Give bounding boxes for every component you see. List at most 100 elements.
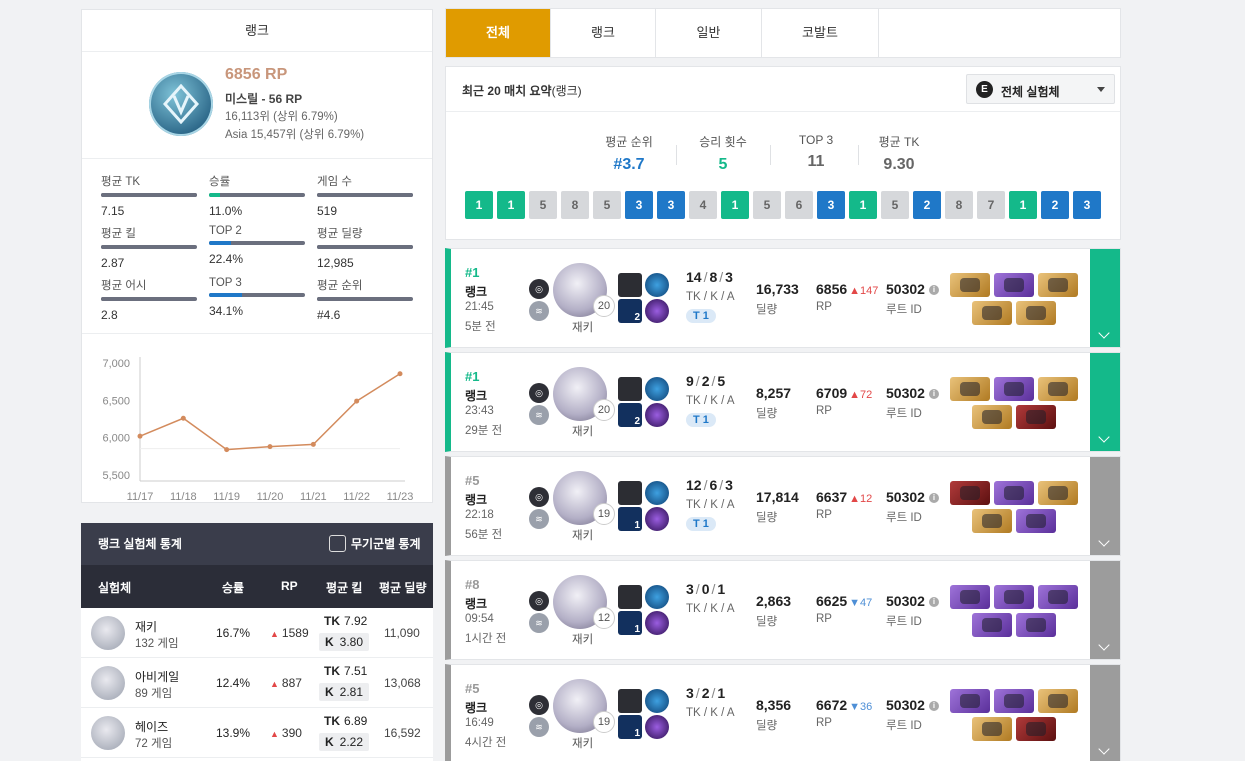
rp-number: 6625 xyxy=(816,593,848,609)
info-icon[interactable]: i xyxy=(928,701,939,712)
stat-table-row[interactable]: 헤이즈 72 게임 13.9% ▲ 390 TK 6.89 K 2.22 16,592 xyxy=(81,708,433,758)
stat-value: 2.87 xyxy=(101,256,125,270)
expand-button[interactable] xyxy=(1090,665,1120,761)
item-icon[interactable] xyxy=(972,301,1012,325)
trait-icon xyxy=(645,273,669,297)
expand-button[interactable] xyxy=(1090,457,1120,555)
placement-badge[interactable]: 1 xyxy=(465,191,493,219)
stat-5: 평균 딜량 12,985 xyxy=(317,225,413,270)
route-id[interactable]: 50302 i xyxy=(886,489,939,505)
item-icon[interactable] xyxy=(1038,585,1078,609)
weapon-stats-checkbox[interactable] xyxy=(329,535,346,552)
route-id[interactable]: 50302 i xyxy=(886,593,939,609)
match-time: 22:18 xyxy=(465,509,494,521)
tactical-skill-icon: 1 xyxy=(618,507,642,531)
tab-0[interactable]: 전체 xyxy=(446,9,551,57)
item-icon[interactable] xyxy=(950,689,990,713)
item-icon[interactable] xyxy=(950,377,990,401)
assists: 3 xyxy=(725,269,733,285)
character-name: 재키 xyxy=(572,322,594,334)
match-placement: #1 xyxy=(465,369,480,384)
tactical-skill-icon: 1 xyxy=(618,611,642,635)
info-icon[interactable]: i xyxy=(928,493,939,504)
tier-badge: T 1 xyxy=(686,413,716,427)
stat-table-row[interactable]: 아비게일 89 게임 12.4% ▲ 887 TK 7.51 K 2.81 13,068 xyxy=(81,658,433,708)
rp-delta: ▲12 xyxy=(849,493,872,505)
item-icon[interactable] xyxy=(1016,613,1056,637)
item-icon[interactable] xyxy=(1016,405,1056,429)
item-icon[interactable] xyxy=(994,689,1034,713)
placement-badge[interactable]: 5 xyxy=(593,191,621,219)
item-icon[interactable] xyxy=(1016,301,1056,325)
tab-2[interactable]: 일반 xyxy=(656,9,762,57)
match-row[interactable]: #5 랭크 22:18 56분 전 ◎ ≋ 19 재키 1 12/6/3 TK / K / AT 1… xyxy=(445,456,1121,556)
placement-badge[interactable]: 1 xyxy=(1009,191,1037,219)
placement-badge[interactable]: 5 xyxy=(881,191,909,219)
kda-values: 3/0/1 xyxy=(686,581,725,597)
item-icon[interactable] xyxy=(972,613,1012,637)
item-icon[interactable] xyxy=(1038,481,1078,505)
item-icon[interactable] xyxy=(994,377,1034,401)
placement-badge[interactable]: 1 xyxy=(497,191,525,219)
item-icon[interactable] xyxy=(972,717,1012,741)
rp-label: RP xyxy=(816,509,832,521)
placement-badge[interactable]: 3 xyxy=(657,191,685,219)
route-id[interactable]: 50302 i xyxy=(886,385,939,401)
kpi-value: 11 xyxy=(807,153,825,170)
item-icon[interactable] xyxy=(950,273,990,297)
item-icon[interactable] xyxy=(994,481,1034,505)
placement-badge[interactable]: 5 xyxy=(753,191,781,219)
placement-badge[interactable]: 5 xyxy=(529,191,557,219)
rp-delta-value: 147 xyxy=(860,285,879,297)
tab-1[interactable]: 랭크 xyxy=(551,9,656,57)
x-tick-label: 11/21 xyxy=(300,491,327,503)
match-row[interactable]: #1 랭크 23:43 29분 전 ◎ ≋ 20 재키 2 9/2/5 TK / K / AT 18… xyxy=(445,352,1121,452)
placement-badge[interactable]: 3 xyxy=(1073,191,1101,219)
placement-badge[interactable]: 8 xyxy=(561,191,589,219)
expand-button[interactable] xyxy=(1090,353,1120,451)
placement-badge[interactable]: 6 xyxy=(785,191,813,219)
item-icon[interactable] xyxy=(950,585,990,609)
match-row[interactable]: #8 랭크 09:54 1시간 전 ◎ ≋ 12 재키 1 3/0/1 TK / K / A 2,86… xyxy=(445,560,1121,660)
rp-value: 6672 ▼36 xyxy=(816,697,872,713)
stat-table-row[interactable]: 재키 132 게임 16.7% ▲ 1589 TK 7.92 K 3.80 11,090 xyxy=(81,608,433,658)
rank-character-stats: 랭크 실험체 통계 무기군별 통계 실험체 승률 RP 평균 킬 평균 딜량 재… xyxy=(81,523,433,761)
item-icon[interactable] xyxy=(950,481,990,505)
route-id[interactable]: 50302 i xyxy=(886,697,939,713)
item-icon[interactable] xyxy=(972,405,1012,429)
item-icon[interactable] xyxy=(1016,509,1056,533)
item-icon[interactable] xyxy=(994,585,1034,609)
match-row[interactable]: #1 랭크 21:45 5분 전 ◎ ≋ 20 재키 2 14/8/3 TK / K / AT 11… xyxy=(445,248,1121,348)
placement-badge[interactable]: 4 xyxy=(689,191,717,219)
x-tick-label: 11/20 xyxy=(257,491,284,503)
info-icon[interactable]: i xyxy=(928,597,939,608)
damage-label: 딜량 xyxy=(756,512,778,524)
sub-trait-icon xyxy=(645,611,669,635)
placement-badge[interactable]: 8 xyxy=(945,191,973,219)
match-row[interactable]: #5 랭크 16:49 4시간 전 ◎ ≋ 19 재키 1 3/2/1 TK / K / A 8,35… xyxy=(445,664,1121,761)
kda-values: 14/8/3 xyxy=(686,269,733,285)
info-icon[interactable]: i xyxy=(928,285,939,296)
expand-button[interactable] xyxy=(1090,561,1120,659)
item-icon[interactable] xyxy=(1038,377,1078,401)
tab-3[interactable]: 코발트 xyxy=(762,9,879,57)
placement-badge[interactable]: 7 xyxy=(977,191,1005,219)
expand-button[interactable] xyxy=(1090,249,1120,347)
weapon-stats-label[interactable]: 무기군별 통계 xyxy=(351,523,421,565)
placement-badge[interactable]: 1 xyxy=(849,191,877,219)
placement-badge[interactable]: 3 xyxy=(625,191,653,219)
item-icon[interactable] xyxy=(972,509,1012,533)
placement-badge[interactable]: 1 xyxy=(721,191,749,219)
character-name: 헤이즈 xyxy=(135,720,169,734)
item-icon[interactable] xyxy=(994,273,1034,297)
placement-badge[interactable]: 2 xyxy=(1041,191,1069,219)
item-icon[interactable] xyxy=(1038,273,1078,297)
character-filter-dropdown[interactable]: E 전체 실험체 xyxy=(966,74,1115,104)
placement-badge[interactable]: 3 xyxy=(817,191,845,219)
item-icon[interactable] xyxy=(1038,689,1078,713)
info-icon[interactable]: i xyxy=(928,389,939,400)
route-label: 루트 ID xyxy=(886,512,922,524)
placement-badge[interactable]: 2 xyxy=(913,191,941,219)
item-icon[interactable] xyxy=(1016,717,1056,741)
route-id[interactable]: 50302 i xyxy=(886,281,939,297)
